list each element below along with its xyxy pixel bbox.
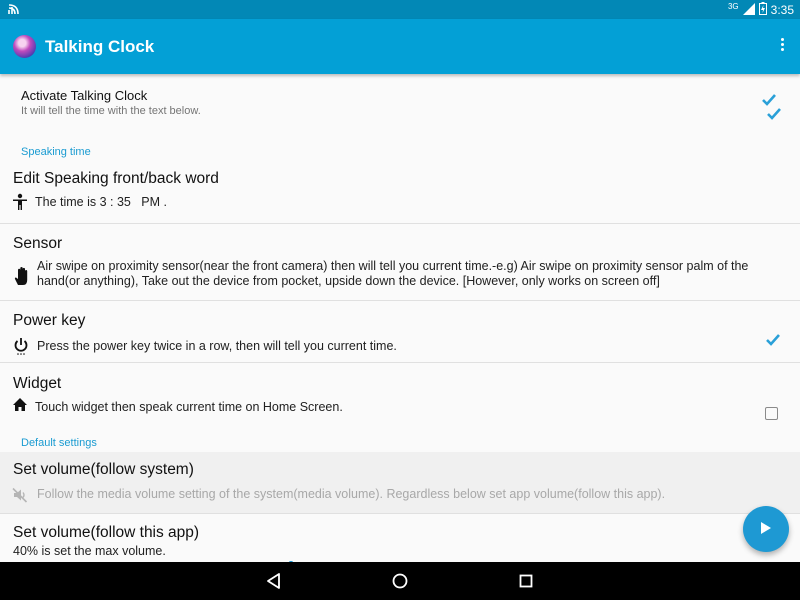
network-type: 3G bbox=[727, 1, 739, 11]
person-icon bbox=[13, 193, 27, 210]
power-key-checkbox[interactable] bbox=[765, 333, 781, 347]
activate-summary: It will tell the time with the text belo… bbox=[21, 105, 201, 117]
volume-off-icon bbox=[12, 487, 28, 503]
sensor-summary: Air swipe on proximity sensor(near the f… bbox=[37, 259, 749, 288]
edit-speaking-summary: The time is 3 : 35 PM . bbox=[35, 195, 167, 209]
settings-list[interactable]: Activate Talking Clock It will tell the … bbox=[0, 74, 800, 562]
power-icon bbox=[14, 338, 28, 355]
app-title: Talking Clock bbox=[45, 37, 155, 56]
edit-speaking-title: Edit Speaking front/back word bbox=[13, 170, 219, 187]
sensor-title: Sensor bbox=[13, 235, 63, 252]
widget-row[interactable]: Widget Touch widget then speak current t… bbox=[0, 363, 800, 418]
battery-icon bbox=[758, 2, 767, 18]
home-icon bbox=[13, 398, 27, 411]
set-volume-system-title: Set volume(follow system) bbox=[13, 461, 194, 478]
power-key-title: Power key bbox=[13, 312, 86, 329]
set-volume-system-summary: Follow the media volume setting of the s… bbox=[37, 487, 666, 501]
widget-summary: Touch widget then speak current time on … bbox=[35, 400, 343, 414]
set-volume-app-row[interactable]: Set volume(follow this app) 40% is set t… bbox=[0, 514, 800, 562]
activate-title: Activate Talking Clock bbox=[21, 88, 148, 103]
sensor-checkbox[interactable] bbox=[766, 107, 782, 121]
set-volume-app-title: Set volume(follow this app) bbox=[13, 524, 200, 541]
status-time: 3:35 bbox=[770, 3, 794, 17]
recents-icon[interactable] bbox=[516, 571, 536, 591]
hand-icon bbox=[14, 267, 28, 285]
play-button[interactable] bbox=[743, 506, 789, 552]
overflow-menu-icon[interactable] bbox=[778, 38, 786, 56]
app-bar: Talking Clock bbox=[0, 19, 800, 74]
play-icon bbox=[761, 522, 771, 534]
back-icon[interactable] bbox=[264, 571, 284, 591]
cast-icon bbox=[8, 2, 22, 18]
category-speaking-time: Speaking time bbox=[21, 146, 91, 158]
sensor-row[interactable]: Sensor Air swipe on proximity sensor(nea… bbox=[0, 108, 800, 300]
navigation-bar bbox=[0, 562, 800, 600]
activate-checkbox[interactable] bbox=[761, 93, 777, 107]
status-bar: 3G 3:35 bbox=[0, 0, 800, 19]
edit-speaking-row[interactable]: Edit Speaking front/back word The time i… bbox=[0, 164, 800, 223]
widget-title: Widget bbox=[13, 375, 62, 392]
set-volume-system-row[interactable]: Set volume(follow system) Follow the med… bbox=[0, 407, 800, 513]
set-volume-system-checkbox[interactable] bbox=[765, 407, 778, 420]
category-default-settings: Default settings bbox=[21, 437, 97, 449]
power-key-row[interactable]: Power key Press the power key twice in a… bbox=[0, 301, 800, 362]
home-nav-icon[interactable] bbox=[390, 571, 410, 591]
power-key-summary: Press the power key twice in a row, then… bbox=[37, 339, 397, 353]
signal-icon bbox=[742, 2, 755, 18]
set-volume-app-summary: 40% is set the max volume. bbox=[13, 544, 166, 558]
app-logo bbox=[13, 35, 36, 58]
activate-talking-clock-row[interactable]: Activate Talking Clock It will tell the … bbox=[0, 74, 800, 130]
